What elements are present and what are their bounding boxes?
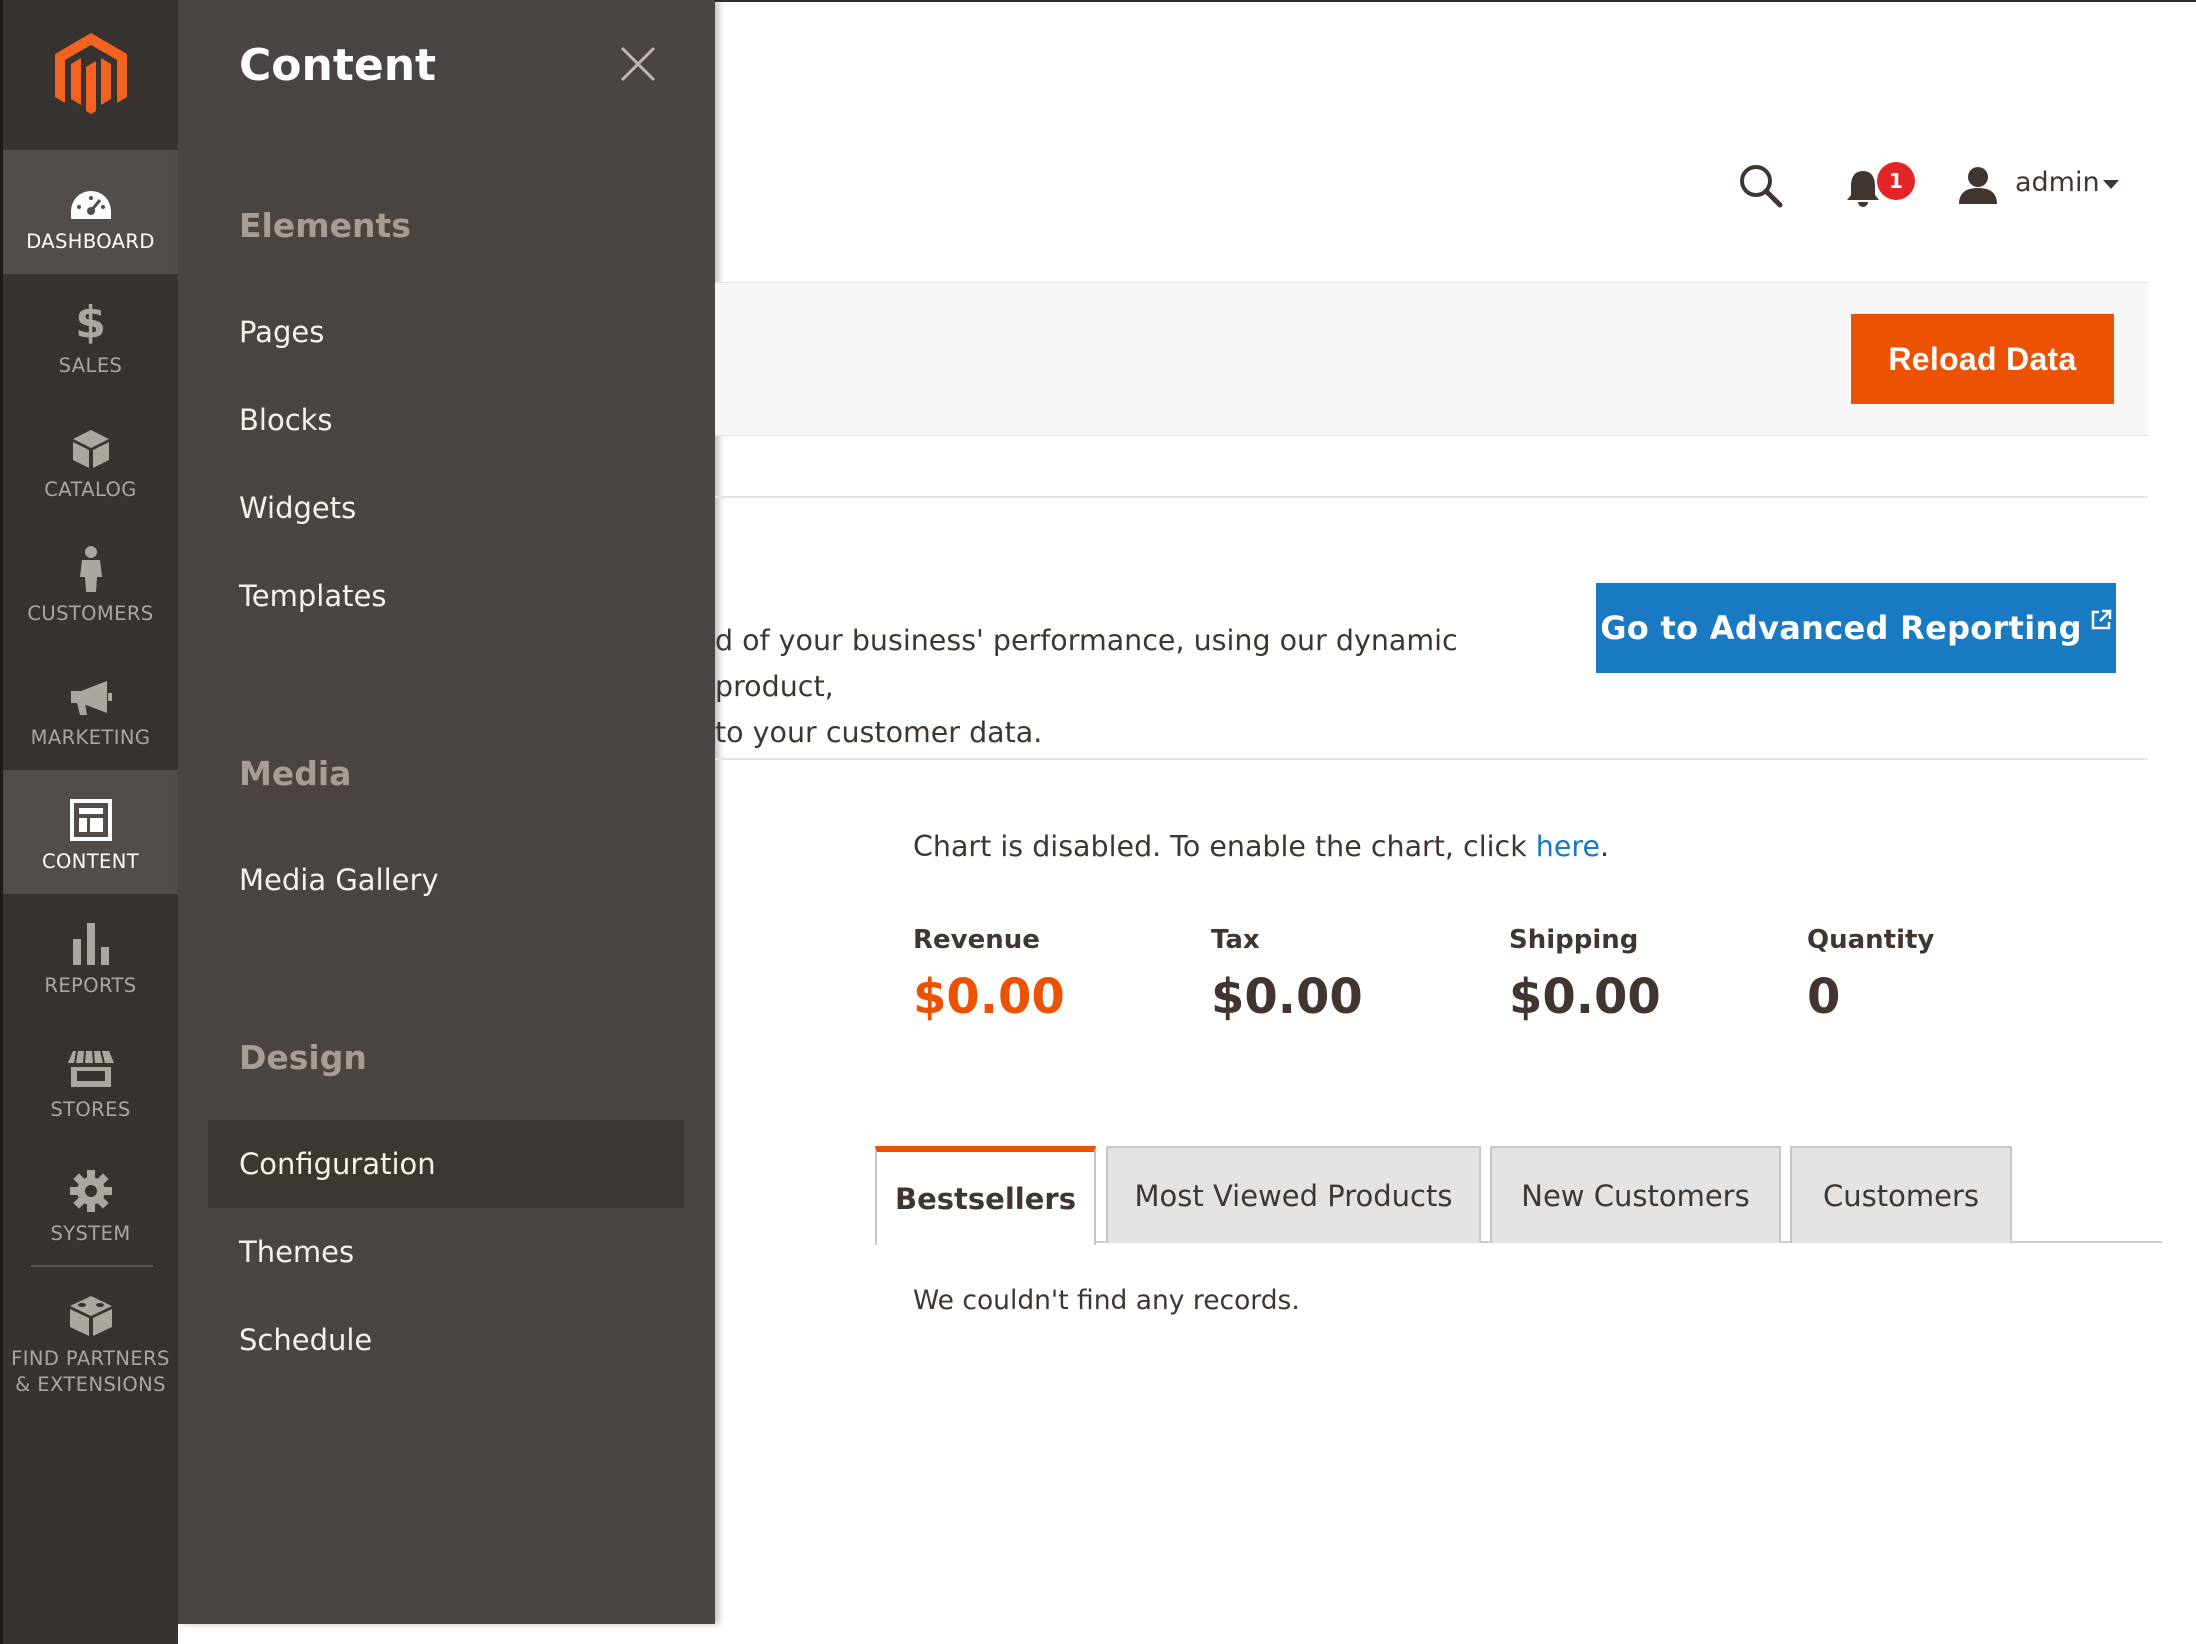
nav-reports[interactable]: REPORTS — [3, 894, 178, 1018]
blocks-icon — [68, 1286, 114, 1338]
section-title-media: Media — [239, 754, 352, 793]
menu-link-pages[interactable]: Pages — [208, 288, 684, 376]
total-revenue: Revenue $0.00 — [913, 925, 1065, 1025]
nav-divider — [31, 1265, 153, 1267]
notification-badge: 1 — [1877, 162, 1915, 200]
menu-link-themes[interactable]: Themes — [208, 1208, 684, 1296]
magento-logo-icon[interactable] — [3, 0, 178, 150]
nav-catalog[interactable]: CATALOG — [3, 398, 178, 522]
nav-customers[interactable]: CUSTOMERS — [3, 522, 178, 646]
menu-link-templates[interactable]: Templates — [208, 552, 684, 640]
top-border — [715, 0, 2196, 2]
nav-marketing[interactable]: MARKETING — [3, 646, 178, 770]
nav-find-partners[interactable]: FIND PARTNERS & EXTENSIONS — [3, 1272, 178, 1412]
nav-label: DASHBOARD — [26, 230, 155, 253]
nav-label: REPORTS — [44, 974, 137, 997]
menu-link-configuration[interactable]: Configuration — [208, 1120, 684, 1208]
content-flyout-menu: Content Elements Pages Blocks Widgets Te… — [178, 0, 715, 1624]
total-tax: Tax $0.00 — [1211, 925, 1363, 1025]
divider — [715, 758, 2148, 760]
close-icon[interactable] — [618, 44, 658, 84]
nav-label: CONTENT — [41, 850, 140, 873]
megaphone-icon — [69, 665, 113, 717]
total-value: $0.00 — [1211, 969, 1363, 1025]
admin-username[interactable]: admin — [2015, 167, 2100, 198]
menu-link-widgets[interactable]: Widgets — [208, 464, 684, 552]
menu-link-schedule[interactable]: Schedule — [208, 1296, 684, 1384]
nav-label: FIND PARTNERS & EXTENSIONS — [11, 1347, 170, 1396]
nav-label: SALES — [58, 354, 123, 377]
total-label: Shipping — [1509, 925, 1639, 955]
box-icon — [72, 417, 110, 469]
layout-icon — [69, 789, 112, 841]
nav-label: CATALOG — [44, 478, 137, 501]
total-value: 0 — [1807, 969, 1841, 1025]
total-label: Revenue — [913, 925, 1040, 955]
dashboard-icon — [69, 169, 113, 221]
reload-data-button[interactable]: Reload Data — [1851, 314, 2114, 404]
nav-stores[interactable]: STORES — [3, 1018, 178, 1142]
nav-label: CUSTOMERS — [27, 602, 154, 625]
total-label: Tax — [1211, 925, 1260, 955]
total-value: $0.00 — [913, 969, 1065, 1025]
nav-label: SYSTEM — [50, 1222, 131, 1245]
total-label: Quantity — [1807, 925, 1935, 955]
tab-new-customers[interactable]: New Customers — [1490, 1146, 1781, 1243]
gear-icon — [69, 1161, 113, 1213]
enable-chart-link[interactable]: here — [1536, 830, 1600, 863]
total-quantity: Quantity 0 — [1807, 925, 1934, 1025]
dollar-icon: $ — [75, 297, 106, 348]
tab-most-viewed-products[interactable]: Most Viewed Products — [1106, 1146, 1481, 1243]
chart-disabled-message: Chart is disabled. To enable the chart, … — [913, 830, 1609, 863]
advanced-reporting-button[interactable]: Go to Advanced Reporting — [1596, 583, 2116, 673]
nav-dashboard[interactable]: DASHBOARD — [3, 150, 178, 274]
menu-link-media-gallery[interactable]: Media Gallery — [208, 836, 684, 924]
store-icon — [67, 1037, 115, 1089]
total-value: $0.00 — [1509, 969, 1661, 1025]
menu-link-blocks[interactable]: Blocks — [208, 376, 684, 464]
main-content: 1 admin Reload Data d of your business' … — [715, 0, 2196, 1644]
chart-message-text: Chart is disabled. To enable the chart, … — [913, 830, 1536, 863]
divider — [715, 496, 2148, 498]
nav-label: MARKETING — [30, 726, 151, 749]
chart-message-suffix: . — [1600, 830, 1610, 863]
nav-content[interactable]: CONTENT — [3, 770, 178, 894]
empty-grid-message: We couldn't find any records. — [913, 1285, 1300, 1316]
flyout-title: Content — [239, 40, 437, 91]
admin-sidebar: DASHBOARD $ SALES CATALOG CUSTOMERS MARK… — [0, 0, 178, 1644]
advanced-reporting-description: d of your business' performance, using o… — [715, 624, 1458, 749]
section-title-elements: Elements — [239, 206, 411, 245]
chevron-down-icon[interactable] — [2103, 180, 2119, 189]
search-icon[interactable] — [1737, 162, 1783, 212]
user-icon[interactable] — [1957, 166, 1999, 208]
bell-icon[interactable] — [1845, 168, 1881, 212]
advanced-reporting-label: Go to Advanced Reporting — [1600, 609, 2082, 647]
nav-system[interactable]: SYSTEM — [3, 1142, 178, 1266]
person-icon — [78, 541, 104, 593]
tab-bestsellers[interactable]: Bestsellers — [875, 1146, 1096, 1245]
external-link-icon — [2090, 601, 2112, 639]
tab-customers[interactable]: Customers — [1790, 1146, 2012, 1243]
nav-label: STORES — [50, 1098, 131, 1121]
nav-sales[interactable]: $ SALES — [3, 274, 178, 398]
total-shipping: Shipping $0.00 — [1509, 925, 1661, 1025]
section-title-design: Design — [239, 1038, 367, 1077]
bar-chart-icon — [71, 913, 111, 965]
